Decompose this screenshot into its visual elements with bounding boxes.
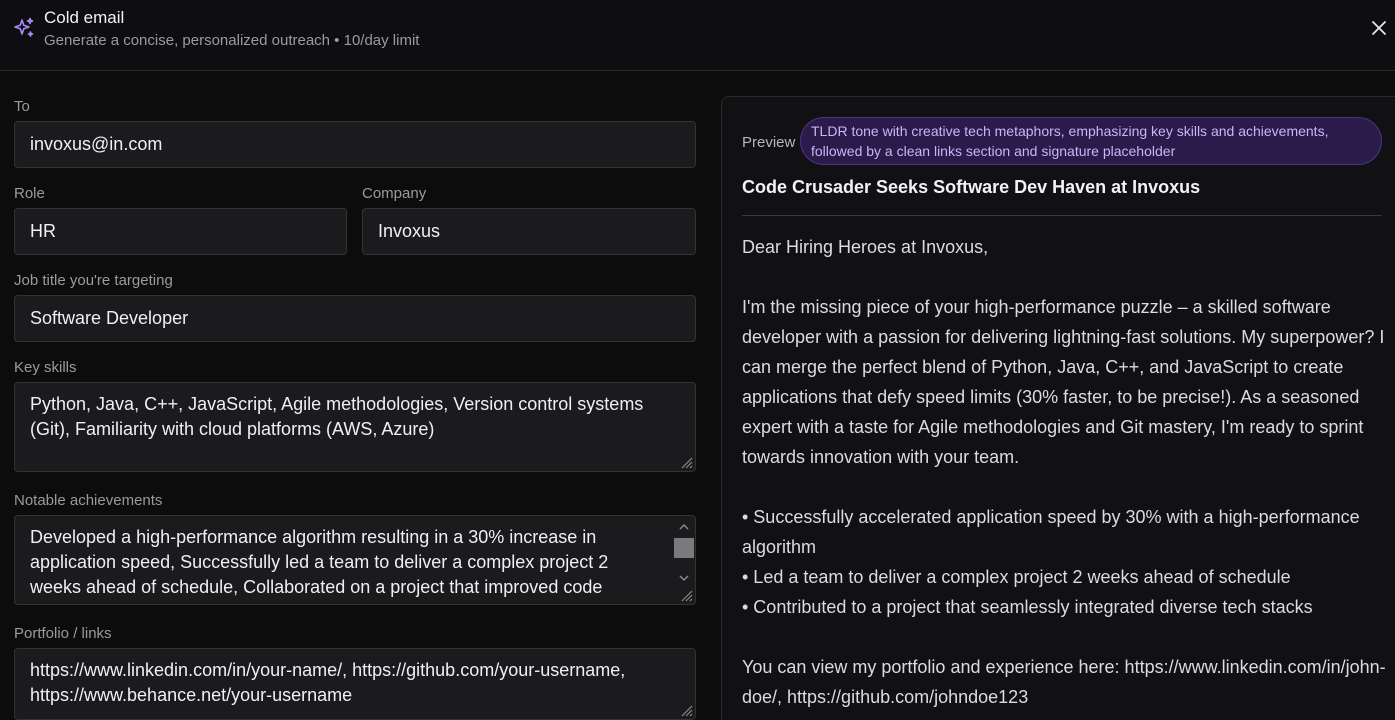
achievements-text: Developed a high-performance algorithm r… (30, 527, 609, 597)
list-item: • Successfully accelerated application s… (742, 507, 1360, 557)
skills-textarea[interactable]: Python, Java, C++, JavaScript, Agile met… (14, 382, 696, 472)
job-title-input[interactable]: Software Developer (14, 295, 696, 342)
portfolio-label: Portfolio / links (14, 625, 112, 642)
preview-panel: Preview TLDR tone with creative tech met… (721, 96, 1395, 720)
email-greeting: Dear Hiring Heroes at Invoxus, (742, 237, 989, 257)
email-body: Dear Hiring Heroes at Invoxus, I'm the m… (742, 232, 1392, 712)
achievement-bullets: • Successfully accelerated application s… (742, 502, 1392, 622)
resize-handle-icon[interactable] (679, 703, 693, 717)
role-input[interactable]: HR (14, 208, 347, 255)
role-label: Role (14, 185, 45, 202)
sparkles-icon (14, 17, 34, 37)
resize-handle-icon[interactable] (679, 455, 693, 469)
portfolio-line: You can view my portfolio and experience… (742, 657, 1386, 707)
company-input[interactable]: Invoxus (362, 208, 696, 255)
scroll-down-icon[interactable] (678, 572, 690, 584)
list-item: • Led a team to deliver a complex projec… (742, 567, 1291, 587)
list-item: • Contributed to a project that seamless… (742, 597, 1313, 617)
preview-label: Preview (742, 134, 796, 151)
scroll-up-icon[interactable] (678, 521, 690, 533)
job-title-label: Job title you're targeting (14, 272, 173, 289)
portfolio-textarea[interactable]: https://www.linkedin.com/in/your-name/, … (14, 648, 696, 720)
portfolio-text: https://www.linkedin.com/in/your-name/, … (30, 660, 626, 705)
divider (742, 215, 1382, 216)
resize-handle-icon[interactable] (679, 588, 693, 602)
email-subject: Code Crusader Seeks Software Dev Haven a… (742, 177, 1201, 197)
dialog-subtitle: Generate a concise, personalized outreac… (44, 32, 420, 49)
tone-badge: TLDR tone with creative tech metaphors, … (800, 117, 1382, 165)
skills-text: Python, Java, C++, JavaScript, Agile met… (30, 394, 644, 439)
to-label: To (14, 98, 30, 115)
dialog-header: Cold email Generate a concise, personali… (0, 0, 1395, 71)
email-paragraph: I'm the missing piece of your high-perfo… (742, 297, 1385, 467)
company-label: Company (362, 185, 427, 202)
achievements-label: Notable achievements (14, 492, 163, 509)
dialog-title: Cold email (44, 8, 125, 27)
achievements-scrollbar[interactable] (674, 517, 694, 586)
achievements-textarea[interactable]: Developed a high-performance algorithm r… (14, 515, 696, 605)
scrollbar-thumb[interactable] (674, 538, 694, 558)
skills-label: Key skills (14, 359, 77, 376)
close-icon[interactable] (1367, 16, 1391, 40)
to-input[interactable]: invoxus@in.com (14, 121, 696, 168)
